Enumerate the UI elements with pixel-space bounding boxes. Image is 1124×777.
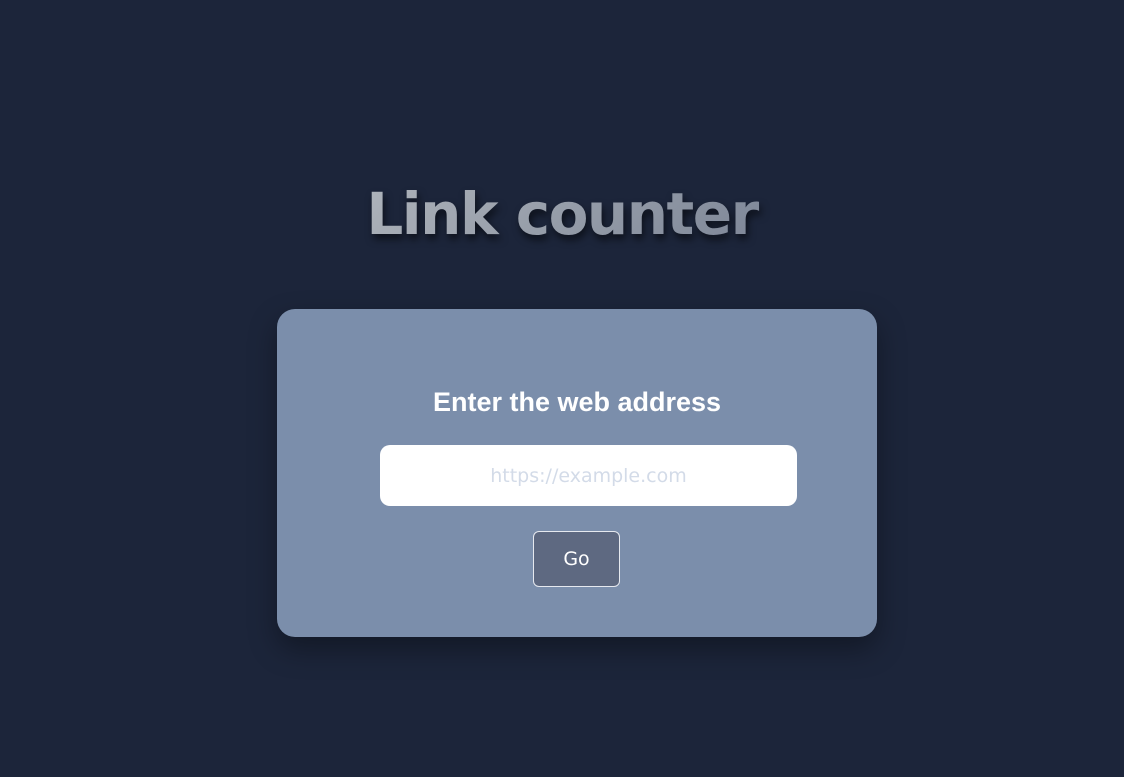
url-input[interactable]	[380, 445, 797, 506]
url-form-card: Enter the web address Go	[277, 309, 877, 637]
page-title: Link counter	[0, 178, 1124, 250]
go-button[interactable]: Go	[533, 531, 620, 587]
form-heading: Enter the web address	[432, 387, 722, 417]
